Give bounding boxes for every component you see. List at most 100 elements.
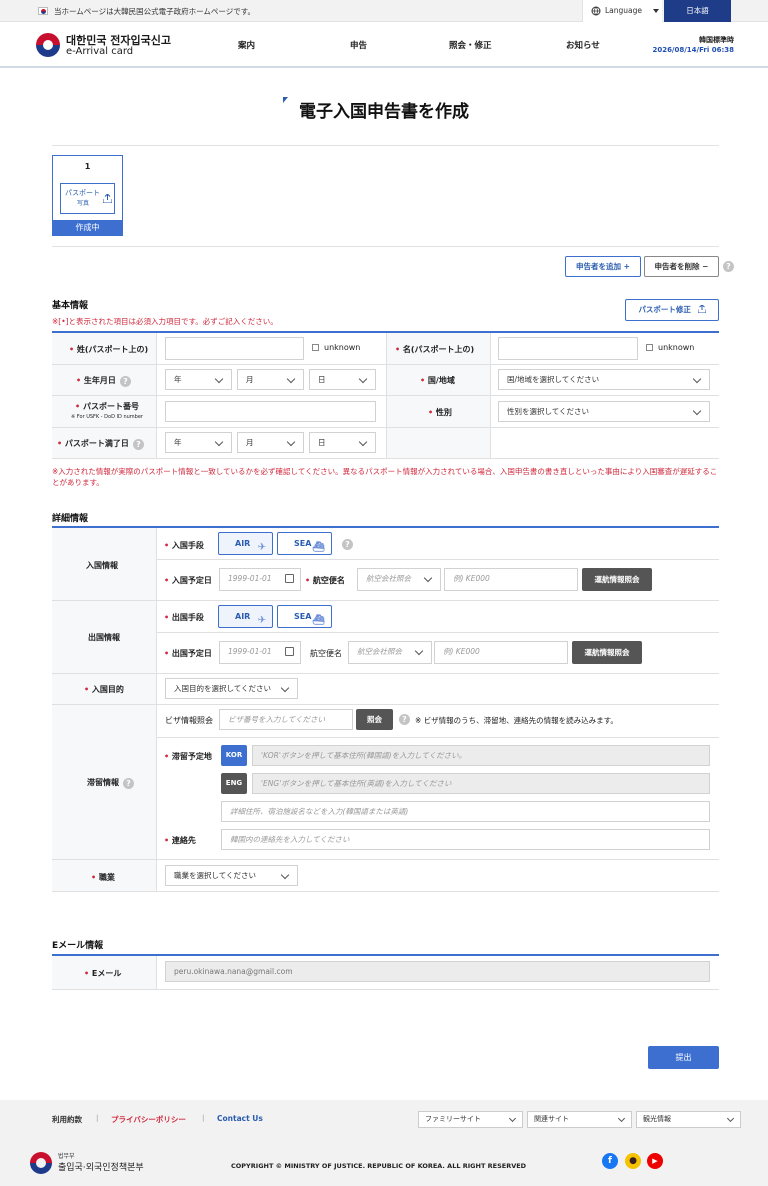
divider [52, 145, 719, 146]
taegeuk-logo-icon[interactable] [36, 33, 60, 57]
occupation-select[interactable]: 職業を選択してください [165, 865, 298, 886]
photo-label: パスポート [65, 189, 100, 197]
family-site-select[interactable]: ファミリーサイト [418, 1111, 523, 1128]
expiry-month-select[interactable]: 月 [237, 432, 304, 453]
passport-edit-button[interactable]: パスポート修正 [625, 299, 719, 321]
entry-air-toggle[interactable]: AIR ✈ [218, 532, 273, 555]
row-divider [156, 632, 719, 633]
exit-flight-number-input[interactable]: 例) KE000 [434, 641, 568, 664]
entry-flight-lookup-button[interactable]: 運航情報照会 [582, 568, 652, 591]
related-site-select[interactable]: 関連サイト [527, 1111, 632, 1128]
time-label: 韓国標準時 [699, 36, 734, 44]
row-divider [52, 364, 719, 365]
expiry-year-select[interactable]: 年 [165, 432, 232, 453]
passport-number-input[interactable] [165, 401, 376, 422]
detail-address-input[interactable]: 詳細住所、宿泊施設名などを入力(韓国語または英語) [221, 801, 710, 822]
entry-means-label: • 入国手段 [164, 541, 204, 550]
given-name-input[interactable] [498, 337, 638, 360]
row-divider [52, 458, 719, 459]
purpose-select[interactable]: 入国目的を選択してください [165, 678, 298, 699]
site-header: 대한민국 전자입국신고 e-Arrival card 案内 申告 照会・修正 お… [0, 22, 768, 68]
help-icon[interactable]: ? [723, 261, 734, 272]
entry-flight-label: • 航空便名 [305, 576, 345, 585]
occupation-label: • 職業 [91, 873, 115, 882]
facebook-icon[interactable]: f [602, 1153, 618, 1169]
surname-input[interactable] [165, 337, 304, 360]
email-input[interactable]: peru.okinawa.nana@gmail.com [165, 961, 710, 982]
nav-declaration[interactable]: 申告 [350, 39, 367, 51]
passport-expiry-label: • パスポート満了日? [57, 438, 144, 450]
calendar-icon [285, 647, 294, 656]
visa-lookup-button[interactable]: 照会 [356, 709, 393, 730]
applicant-status: 作成中 [52, 220, 123, 236]
exit-airline-select[interactable]: 航空会社照会 [348, 641, 432, 664]
given-name-unknown-checkbox[interactable]: unknown [646, 343, 694, 352]
birth-month-select[interactable]: 月 [237, 369, 304, 390]
birth-day-select[interactable]: 日 [309, 369, 376, 390]
email-label: • Eメール [84, 969, 122, 978]
row-divider [52, 704, 719, 705]
help-icon[interactable]: ? [342, 539, 353, 550]
kakao-talk-icon[interactable]: ● [625, 1153, 641, 1169]
submit-button[interactable]: 提出 [648, 1046, 719, 1069]
language-select[interactable]: Language [582, 0, 662, 22]
airplane-icon: ✈ [257, 615, 266, 626]
entry-airline-select[interactable]: 航空会社照会 [357, 568, 441, 591]
surname-unknown-checkbox[interactable]: unknown [312, 343, 360, 352]
country-select[interactable]: 国/地域を選択してください [498, 369, 710, 390]
contact-us-link[interactable]: Contact Us [217, 1114, 263, 1123]
ministry-logo-icon [30, 1152, 52, 1174]
required-fields-note: ※[•]と表示された項目は必須入力項目です。必ずご記入ください。 [52, 317, 278, 326]
nav-notices[interactable]: お知らせ [566, 39, 600, 51]
exit-flight-lookup-button[interactable]: 運航情報照会 [572, 641, 642, 664]
nav-inquiry-edit[interactable]: 照会・修正 [449, 39, 492, 51]
given-name-label: • 名(パスポート上の) [395, 345, 475, 354]
email-info-title: Eメール情報 [52, 941, 104, 951]
exit-sea-toggle[interactable]: SEA ⛴ [277, 605, 332, 628]
exit-date-label: • 出国予定日 [164, 649, 212, 658]
entry-flight-number-input[interactable]: 例) KE000 [444, 568, 578, 591]
logo-english-title[interactable]: e-Arrival card [66, 46, 133, 57]
eng-address-button[interactable]: ENG [221, 773, 247, 794]
privacy-link[interactable]: プライバシーポリシー [111, 1114, 186, 1125]
passport-number-label: • パスポート番号 ※ For USFK - DoD ID number [71, 402, 143, 420]
tourism-info-select[interactable]: 観光情報 [636, 1111, 741, 1128]
kor-address-button[interactable]: KOR [221, 745, 247, 766]
youtube-icon[interactable]: ▶ [647, 1153, 663, 1169]
eng-address-input[interactable]: 'ENG'ボタンを押して基本住所(英語)を入力してください [252, 773, 710, 794]
help-icon[interactable]: ? [399, 714, 410, 725]
visa-number-input[interactable]: ビザ番号を入力してください [219, 709, 353, 730]
japanese-language-button[interactable]: 日本語 [664, 0, 731, 22]
remove-applicant-button[interactable]: 申告者を削除 − [644, 256, 719, 277]
terms-link[interactable]: 利用約款 [52, 1114, 82, 1125]
divider [156, 528, 157, 891]
exit-date-input[interactable]: 1999-01-01 [219, 641, 301, 664]
copyright-text: COPYRIGHT © MINISTRY OF JUSTICE. REPUBLI… [231, 1162, 527, 1170]
entry-sea-toggle[interactable]: SEA ⛴ [277, 532, 332, 555]
nav-guide[interactable]: 案内 [238, 39, 255, 51]
passport-photo-upload-button[interactable]: パスポート 写真 [60, 183, 115, 214]
exit-air-toggle[interactable]: AIR ✈ [218, 605, 273, 628]
applicant-number: 1 [84, 162, 91, 171]
gender-select[interactable]: 性別を選択してください [498, 401, 710, 422]
expiry-day-select[interactable]: 日 [309, 432, 376, 453]
kor-address-input[interactable]: 'KOR'ボタンを押して基本住所(韓国語)を入力してください。 [252, 745, 710, 766]
korea-flag-icon [38, 7, 48, 15]
applicant-card-1[interactable]: 1 パスポート 写真 作成中 [52, 155, 123, 236]
separator: | [96, 1114, 99, 1122]
entry-date-input[interactable]: 1999-01-01 [219, 568, 301, 591]
exit-info-label: 出国情報 [88, 633, 120, 642]
help-icon: ? [119, 376, 131, 387]
visa-note: ※ ビザ情報のうち、滞留地、連絡先の情報を読み込みます。 [415, 716, 618, 725]
basic-info-title: 基本情報 [52, 301, 89, 311]
row-divider [52, 395, 719, 396]
airplane-icon: ✈ [257, 542, 266, 553]
birth-year-select[interactable]: 年 [165, 369, 232, 390]
divider [156, 956, 157, 989]
calendar-icon [285, 574, 294, 583]
contact-input[interactable]: 韓国内の連絡先を入力してください [221, 829, 710, 850]
purpose-label: • 入国目的 [84, 685, 124, 694]
ship-icon: ⛴ [312, 542, 325, 553]
surname-label: • 姓(パスポート上の) [69, 345, 149, 354]
add-applicant-button[interactable]: 申告者を追加 + [565, 256, 641, 277]
